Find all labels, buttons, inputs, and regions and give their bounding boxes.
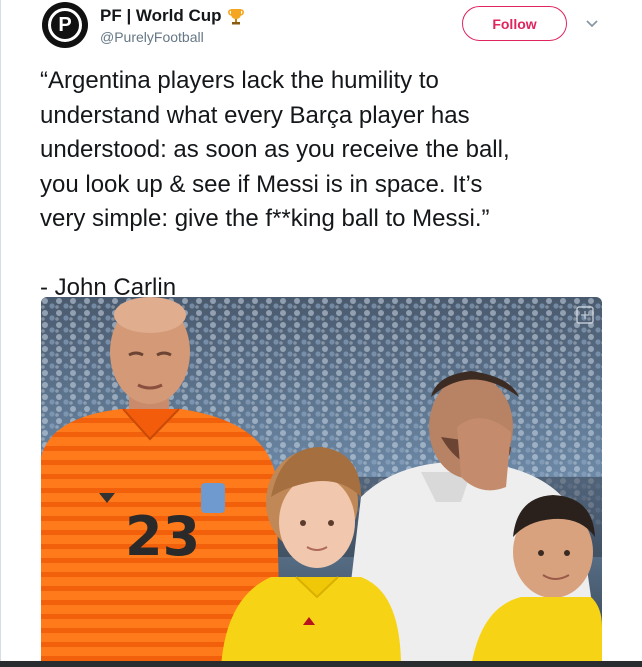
bottom-divider [0,661,642,667]
tweet-line: understood: as soon as you receive the b… [40,136,510,163]
avatar-letter: P [58,14,72,36]
tweet-photo[interactable]: 23 [41,297,602,667]
display-name-row[interactable]: PF | World Cup [100,6,246,26]
display-name: PF | World Cup [100,6,222,25]
account-names: PF | World Cup @PurelyFootball [100,6,246,46]
jersey-number: 23 [125,505,200,568]
follow-button[interactable]: Follow [462,6,567,41]
trophy-icon [226,6,246,26]
avatar-logo: P [48,8,82,42]
tweet-line: “Argentina players lack the humility to [40,67,439,94]
tweet-header: P PF | World Cup @PurelyFootball Follow [0,0,642,60]
tweet-text: “Argentina players lack the humility to … [40,64,620,306]
chevron-down-icon[interactable] [582,14,602,34]
left-border [0,0,1,667]
tweet-line: understand what every Barça player has [40,101,470,129]
account-handle[interactable]: @PurelyFootball [100,28,246,46]
tweet-line: very simple: give the f**king ball to Me… [40,205,490,232]
avatar[interactable]: P [42,2,88,48]
photo-illustration: 23 [41,297,602,667]
tweet-line: you look up & see if Messi is in space. … [40,170,483,198]
